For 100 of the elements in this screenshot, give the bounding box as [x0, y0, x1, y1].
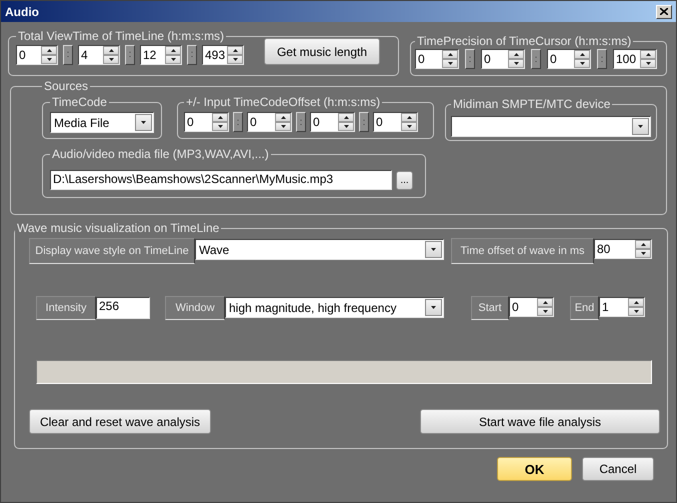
up-arrow-icon	[232, 48, 238, 52]
colon-separator: :	[187, 44, 197, 64]
dropdown[interactable]: Wave	[195, 239, 444, 260]
spin-box[interactable]: 100	[613, 49, 657, 69]
group-title: +/- Input TimeCodeOffset (h:m:s:ms)	[185, 95, 382, 109]
up-arrow-icon	[218, 116, 222, 119]
spin-box[interactable]: 0	[481, 49, 525, 69]
down-arrow-icon	[542, 310, 548, 313]
up-arrow-icon	[448, 53, 452, 56]
analysis-button[interactable]: Clear and reset wave analysis	[29, 409, 211, 434]
spin-box[interactable]: 12	[140, 44, 182, 64]
up-arrow-icon	[406, 116, 412, 119]
up-arrow-icon	[344, 116, 348, 119]
caret-icon	[141, 121, 146, 124]
down-arrow-icon	[634, 310, 638, 313]
spin-up-button[interactable]	[41, 46, 57, 54]
dropdown[interactable]	[451, 116, 651, 137]
spin-up-button[interactable]	[640, 50, 656, 59]
spin-box[interactable]: 493	[202, 44, 244, 64]
colon-separator: :	[296, 112, 306, 132]
window-title: Audio	[5, 4, 39, 18]
spin-up-button[interactable]	[635, 240, 651, 249]
up-arrow-icon	[46, 48, 52, 52]
close-icon	[660, 8, 668, 15]
spin-up-button[interactable]	[401, 113, 417, 122]
caret-icon	[431, 248, 436, 251]
up-arrow-icon	[580, 53, 584, 56]
dropdown-button[interactable]	[135, 114, 152, 131]
browse-button[interactable]: ...	[396, 170, 413, 190]
dialog-button[interactable]: Cancel	[582, 457, 654, 481]
up-arrow-icon	[514, 53, 518, 56]
field-label: Start	[471, 296, 509, 320]
spin-down-button[interactable]	[275, 122, 291, 131]
spin-up-button[interactable]	[537, 298, 553, 307]
up-arrow-icon	[280, 116, 286, 119]
spin-box[interactable]: 0	[373, 112, 418, 132]
spin-up-button[interactable]	[212, 113, 228, 122]
spin-up-button[interactable]	[508, 50, 524, 59]
spin-box[interactable]: 0	[415, 49, 459, 69]
field-label: Window	[165, 296, 225, 320]
spin-up-button[interactable]	[275, 113, 291, 122]
spin-box[interactable]: 80	[594, 239, 652, 259]
down-arrow-icon	[514, 62, 518, 65]
close-button[interactable]	[656, 4, 672, 18]
spin-box[interactable]: 0	[547, 49, 591, 69]
spin-down-button[interactable]	[574, 59, 590, 68]
spin-box[interactable]: 0	[247, 112, 292, 132]
down-arrow-icon	[280, 125, 286, 128]
up-arrow-icon	[170, 48, 176, 52]
spin-down-button[interactable]	[635, 249, 651, 258]
analysis-button[interactable]: Start wave file analysis	[420, 409, 660, 434]
dropdown-button[interactable]	[425, 299, 442, 316]
down-arrow-icon	[448, 62, 452, 65]
spin-up-button[interactable]	[227, 46, 243, 54]
get-music-length-button[interactable]: Get music length	[264, 38, 380, 65]
dropdown-button[interactable]	[632, 118, 649, 135]
field-label: Intensity	[36, 296, 96, 320]
dialog-button[interactable]: OK	[497, 457, 572, 481]
group-title: TimePrecision of TimeCursor (h:m:s:ms)	[416, 34, 632, 48]
spin-box[interactable]: 0	[509, 297, 554, 317]
spin-box[interactable]: 1	[599, 297, 645, 317]
spin-box[interactable]: 0	[184, 112, 229, 132]
spin-up-button[interactable]	[574, 50, 590, 59]
spin-down-button[interactable]	[442, 59, 458, 68]
spin-down-button[interactable]	[508, 59, 524, 68]
field-label: End	[570, 296, 599, 320]
down-arrow-icon	[218, 125, 222, 128]
spin-down-button[interactable]	[628, 307, 644, 316]
spin-up-button[interactable]	[103, 46, 119, 54]
field-label: Display wave style on TimeLine	[29, 238, 195, 264]
file-path-field[interactable]: D:\Lasershows\Beamshows\2Scanner\MyMusic.mp3	[50, 170, 392, 190]
colon-separator: :	[233, 112, 243, 132]
group-title: Wave music visualization on TimeLine	[16, 221, 220, 235]
down-arrow-icon	[406, 125, 412, 128]
spin-down-button[interactable]	[338, 122, 354, 131]
spin-box[interactable]: 0	[16, 44, 58, 64]
spin-down-button[interactable]	[212, 122, 228, 131]
colon-separator: :	[125, 44, 135, 64]
spin-up-button[interactable]	[442, 50, 458, 59]
spin-box[interactable]: 4	[78, 44, 120, 64]
down-arrow-icon	[108, 58, 114, 60]
spin-up-button[interactable]	[338, 113, 354, 122]
caret-icon	[638, 125, 643, 128]
spin-down-button[interactable]	[640, 59, 656, 68]
dropdown[interactable]: high magnitude, high frequency	[225, 297, 444, 318]
spin-down-button[interactable]	[537, 307, 553, 316]
dropdown-button[interactable]	[425, 241, 442, 258]
spin-up-button[interactable]	[628, 298, 644, 307]
spin-down-button[interactable]	[401, 122, 417, 131]
group-title: Total ViewTime of TimeLine (h:m:s:ms)	[17, 29, 226, 43]
colon-separator: :	[531, 49, 541, 69]
group-title: Audio/video media file (MP3,WAV,AVI,...)	[51, 147, 270, 161]
down-arrow-icon	[344, 125, 348, 128]
dropdown[interactable]: Media File	[50, 112, 154, 133]
spin-box[interactable]: 0	[310, 112, 355, 132]
group-title: Midiman SMPTE/MTC device	[452, 97, 612, 111]
up-arrow-icon	[542, 301, 548, 304]
down-arrow-icon	[170, 58, 176, 60]
text-field[interactable]: 256	[96, 297, 150, 319]
spin-up-button[interactable]	[165, 46, 181, 54]
